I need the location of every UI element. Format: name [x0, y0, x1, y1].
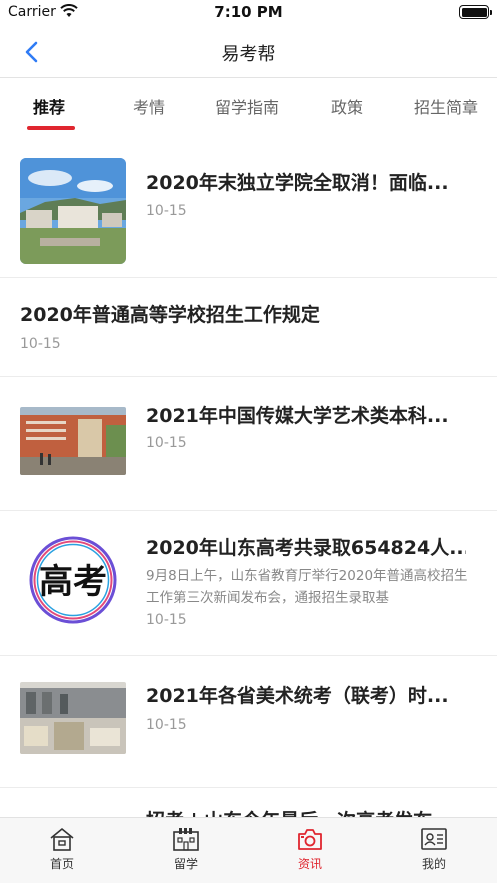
article-date: 10-15 [20, 336, 61, 352]
article-thumbnail: 高考 [20, 527, 126, 633]
article-item[interactable]: 2020年末独立学院全取消！面临... 10-15 [0, 140, 497, 278]
article-title: 招考 | 山东今年最后一次高考发布... [146, 806, 454, 817]
tab-recommended[interactable]: 推荐 [33, 94, 65, 118]
camera-icon [298, 829, 322, 850]
active-tab-indicator [27, 126, 75, 130]
article-thumbnail [20, 682, 126, 754]
tab-admission-brochure[interactable]: 招生简章 [414, 94, 478, 118]
article-title: 2021年中国传媒大学艺术类本科... [146, 405, 449, 427]
tab-study-abroad[interactable]: 留学指南 [215, 94, 279, 118]
article-thumbnail [20, 407, 126, 475]
article-date: 10-15 [146, 435, 187, 451]
bottom-tab-bar: 首页 留学 资讯 我的 [0, 817, 497, 883]
article-date: 10-15 [146, 612, 187, 628]
article-thumbnail [20, 158, 126, 264]
page-title: 易考帮 [221, 44, 276, 65]
article-date: 10-15 [146, 717, 187, 733]
tabbar-label: 资讯 [297, 857, 322, 871]
tabbar-label: 首页 [49, 857, 74, 871]
status-bar: Carrier 7:10 PM [0, 0, 497, 26]
article-title: 2021年各省美术统考（联考）时... [146, 685, 449, 707]
article-title: 2020年山东高考共录取654824人... [146, 537, 466, 559]
profile-card-icon [421, 828, 447, 850]
category-tabs: 推荐 考情 留学指南 政策 招生简章 [0, 80, 497, 134]
battery-icon [459, 5, 492, 19]
article-summary: 9月8日上午，山东省教育厅举行2020年普通高校招生工作第三次新闻发布会，通报招… [146, 568, 468, 606]
tab-exam-info[interactable]: 考情 [133, 94, 165, 118]
home-icon [50, 828, 74, 851]
tabbar-study-abroad[interactable]: 留学 [146, 826, 226, 872]
tab-policy[interactable]: 政策 [331, 94, 363, 118]
tabbar-label: 我的 [421, 857, 446, 871]
article-date: 10-15 [146, 203, 187, 219]
article-item[interactable]: 2020年普通高等学校招生工作规定 10-15 [0, 278, 497, 377]
article-title: 2020年普通高等学校招生工作规定 [20, 304, 320, 326]
article-list: 2020年末独立学院全取消！面临... 10-15 2020年普通高等学校招生工… [0, 140, 497, 817]
article-item[interactable]: 招考 | 山东今年最后一次高考发布... [0, 788, 497, 817]
article-title: 2020年末独立学院全取消！面临... [146, 172, 449, 194]
clock: 7:10 PM [214, 3, 283, 21]
building-icon [173, 828, 199, 851]
article-item[interactable]: 高考 2020年山东高考共录取654824人... 9月8日上午，山东省教育厅举… [0, 511, 497, 656]
article-item[interactable]: 2021年各省美术统考（联考）时... 10-15 [0, 656, 497, 788]
thumbnail-text: 高考 [39, 562, 107, 602]
tabbar-news[interactable]: 资讯 [270, 826, 350, 872]
tabbar-home[interactable]: 首页 [22, 826, 102, 872]
article-item[interactable]: 2021年中国传媒大学艺术类本科... 10-15 [0, 377, 497, 511]
tabbar-profile[interactable]: 我的 [394, 826, 474, 872]
tabbar-label: 留学 [173, 857, 198, 871]
navigation-bar: 易考帮 [0, 26, 497, 78]
